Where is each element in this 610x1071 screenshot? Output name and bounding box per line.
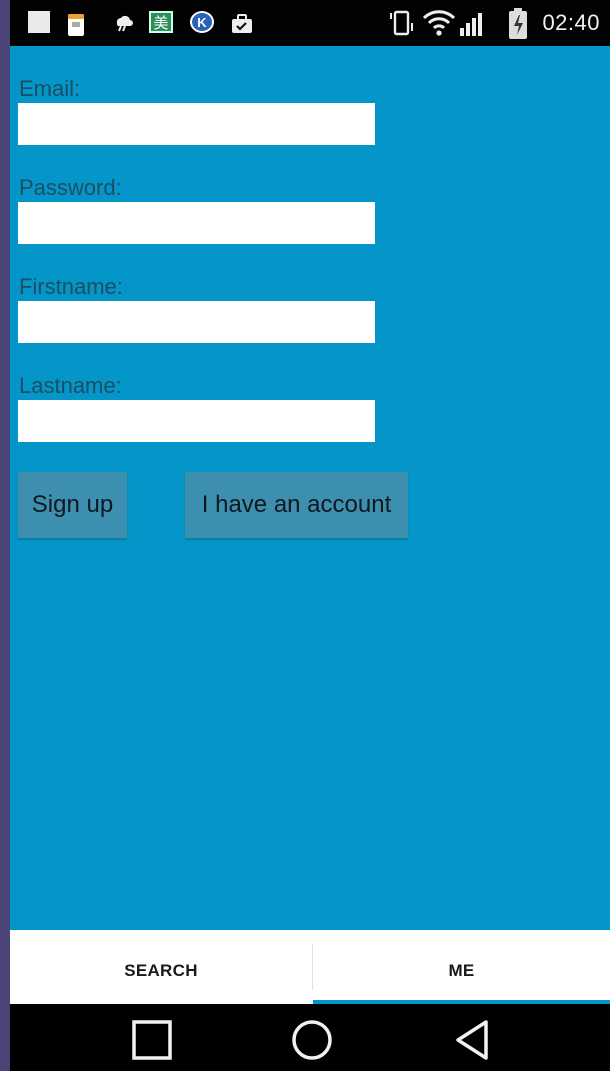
email-label: Email: (19, 76, 81, 101)
password-label: Password: (19, 175, 122, 200)
status-clock: 02:40 (542, 10, 600, 35)
firstname-label: Firstname: (19, 274, 123, 299)
lastname-label: Lastname: (19, 373, 122, 398)
phone-vibrate-icon (390, 10, 413, 36)
recent-apps-icon[interactable] (130, 1018, 174, 1062)
firstname-field[interactable] (18, 301, 375, 343)
home-icon[interactable] (290, 1018, 334, 1062)
tab-me[interactable]: ME (313, 930, 610, 1004)
tab-search[interactable]: SEARCH (10, 930, 312, 1004)
email-field[interactable] (18, 103, 375, 145)
battery-icon (509, 8, 527, 39)
status-bar: 美 K 02:40 (10, 0, 610, 46)
wifi-icon (422, 10, 456, 36)
lastname-field[interactable] (18, 400, 375, 442)
sign-up-button[interactable]: Sign up (18, 472, 127, 538)
mei-app-icon: 美 (149, 11, 173, 33)
screen-edge (0, 0, 10, 1071)
system-nav-bar (10, 1004, 610, 1071)
back-icon[interactable] (450, 1018, 494, 1062)
weather-icon (116, 15, 133, 32)
app-screen: 美 K 02:40 Email: Password: Firstname: La… (10, 0, 610, 1071)
calendar-icon (68, 14, 84, 36)
k-app-icon: K (190, 11, 214, 33)
signal-icon (460, 13, 482, 36)
have-account-button[interactable]: I have an account (185, 472, 408, 538)
bottom-tab-bar: SEARCH ME (10, 930, 610, 1004)
square-notification-icon (28, 11, 50, 33)
password-field[interactable] (18, 202, 375, 244)
shopping-bag-icon (232, 14, 252, 33)
